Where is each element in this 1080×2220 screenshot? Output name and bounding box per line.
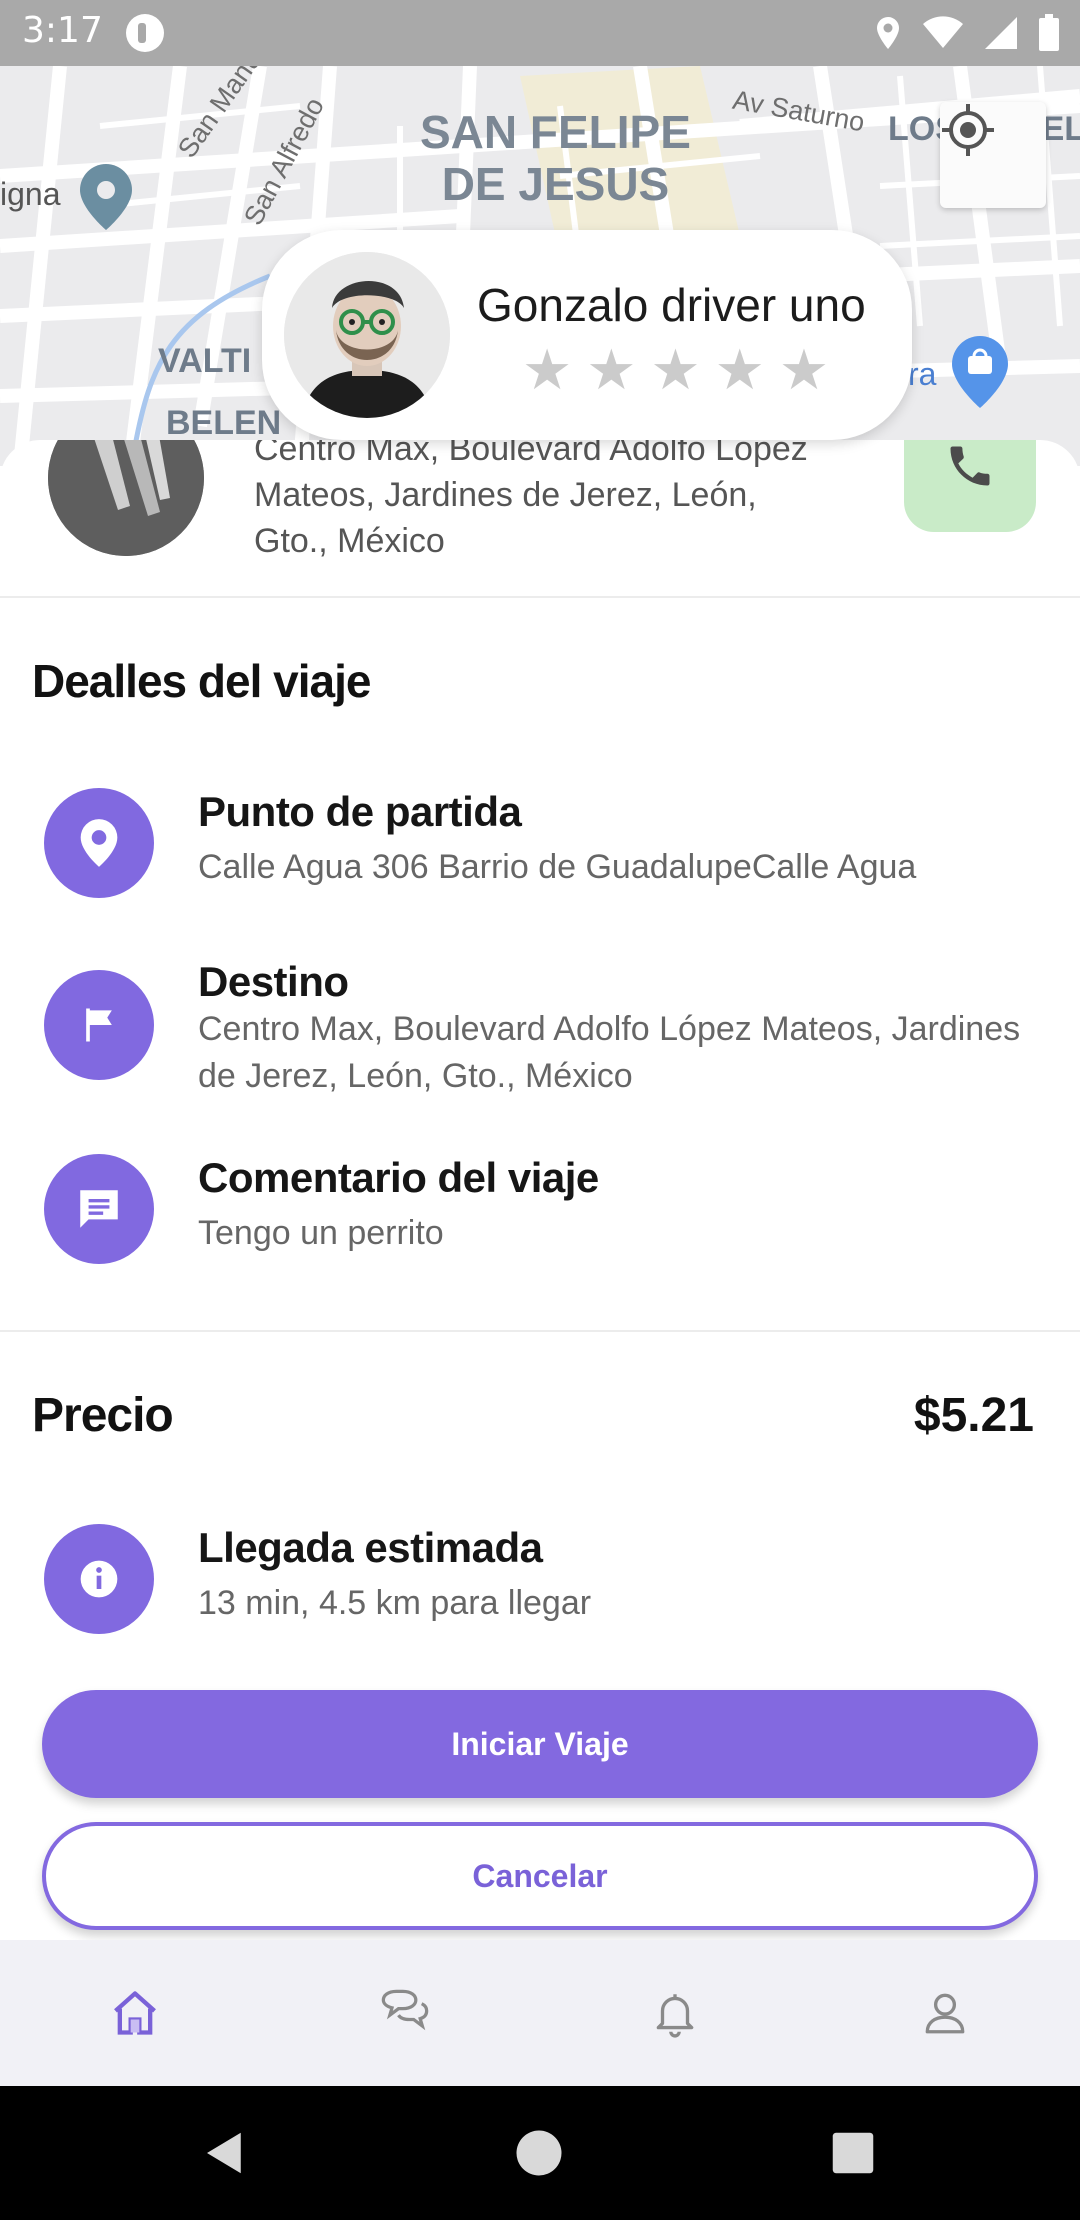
start-point-value: Calle Agua 306 Barrio de GuadalupeCalle … — [198, 848, 917, 886]
star-icon: ★ — [650, 338, 701, 401]
system-navigation-bar — [0, 2086, 1080, 2220]
profile-icon — [925, 1993, 965, 2034]
phone-icon — [950, 446, 990, 486]
map-district-label: SAN FELIPE DE JESUS — [420, 106, 691, 210]
home-button-icon[interactable] — [512, 2126, 566, 2180]
cancel-button[interactable]: Cancelar — [42, 1822, 1038, 1930]
pickup-address: Centro Max, Boulevard Adolfo López Mateo… — [254, 440, 808, 560]
star-icon: ★ — [586, 338, 637, 401]
trip-sheet: Centro Max, Boulevard Adolfo López Mateo… — [0, 440, 1080, 1940]
map-district-text: SAN FELIPE DE JESUS — [420, 106, 691, 210]
wifi-icon — [923, 16, 963, 48]
chat-icon — [381, 1989, 429, 2031]
star-icon: ★ — [522, 338, 573, 401]
map-area-label: BELEN — [166, 404, 281, 443]
destination-value: Centro Max, Boulevard Adolfo López Mateo… — [198, 1010, 1021, 1095]
start-trip-button[interactable]: Iniciar Viaje — [42, 1690, 1038, 1798]
keys-image — [48, 440, 204, 556]
call-button[interactable] — [904, 440, 1036, 532]
message-icon — [44, 1154, 154, 1264]
flag-icon — [44, 970, 154, 1080]
driver-name: Gonzalo driver uno — [477, 279, 866, 331]
recents-icon[interactable] — [826, 2126, 880, 2180]
map-area-belen: BELEN — [166, 404, 282, 442]
back-icon[interactable] — [198, 2126, 252, 2180]
location-pin-icon — [44, 788, 154, 898]
nav-chat[interactable] — [270, 1940, 540, 2086]
map-place-left: igna — [0, 176, 61, 212]
price-value: $5.21 — [913, 1389, 1034, 1442]
section-divider — [0, 1330, 1080, 1332]
bell-icon — [656, 1994, 694, 2038]
comment-label: Comentario del viaje — [198, 1154, 599, 1201]
nav-home[interactable] — [0, 1940, 270, 2086]
nav-profile[interactable] — [810, 1940, 1080, 2086]
signal-icon — [985, 17, 1017, 49]
status-icons — [874, 12, 1060, 54]
my-location-button[interactable] — [940, 102, 1046, 208]
map-place-label: ra — [908, 356, 936, 393]
star-icon: ★ — [778, 338, 830, 401]
price-label: Precio — [32, 1389, 174, 1442]
info-icon — [44, 1524, 154, 1634]
driver-avatar — [284, 252, 450, 418]
star-icon: ★ — [714, 338, 765, 401]
eta-label: Llegada estimada — [198, 1524, 543, 1571]
map-area-label: VALTI — [158, 342, 251, 381]
status-time: 3:17 — [22, 10, 103, 51]
bottom-navigation — [0, 1940, 1080, 2086]
driver-rating: ★ ★ ★ ★ ★ — [522, 342, 829, 398]
driver-card[interactable]: Gonzalo driver uno ★ ★ ★ ★ ★ — [262, 230, 912, 440]
driver-photo — [284, 252, 450, 418]
start-point-label: Punto de partida — [198, 788, 522, 835]
home-icon — [114, 1991, 156, 2035]
map-area-valtierra: VALTI — [158, 342, 252, 380]
map-place-right: ra — [908, 356, 937, 392]
eta-value: 13 min, 4.5 km para llegar — [198, 1584, 592, 1622]
nav-notifications[interactable] — [540, 1940, 810, 2086]
app-notification-icon — [126, 14, 164, 52]
destination-label: Destino — [198, 958, 349, 1005]
trip-details-title: Dealles del viaje — [32, 655, 371, 707]
status-bar: 3:17 — [0, 0, 1080, 66]
pickup-photo — [48, 440, 204, 556]
pickup-row: Centro Max, Boulevard Adolfo López Mateo… — [0, 440, 1080, 598]
battery-icon — [1039, 14, 1059, 51]
map-place-label: igna — [0, 176, 61, 213]
crosshair-icon — [942, 104, 994, 156]
location-status-icon — [877, 17, 899, 49]
comment-value: Tengo un perrito — [198, 1214, 444, 1252]
